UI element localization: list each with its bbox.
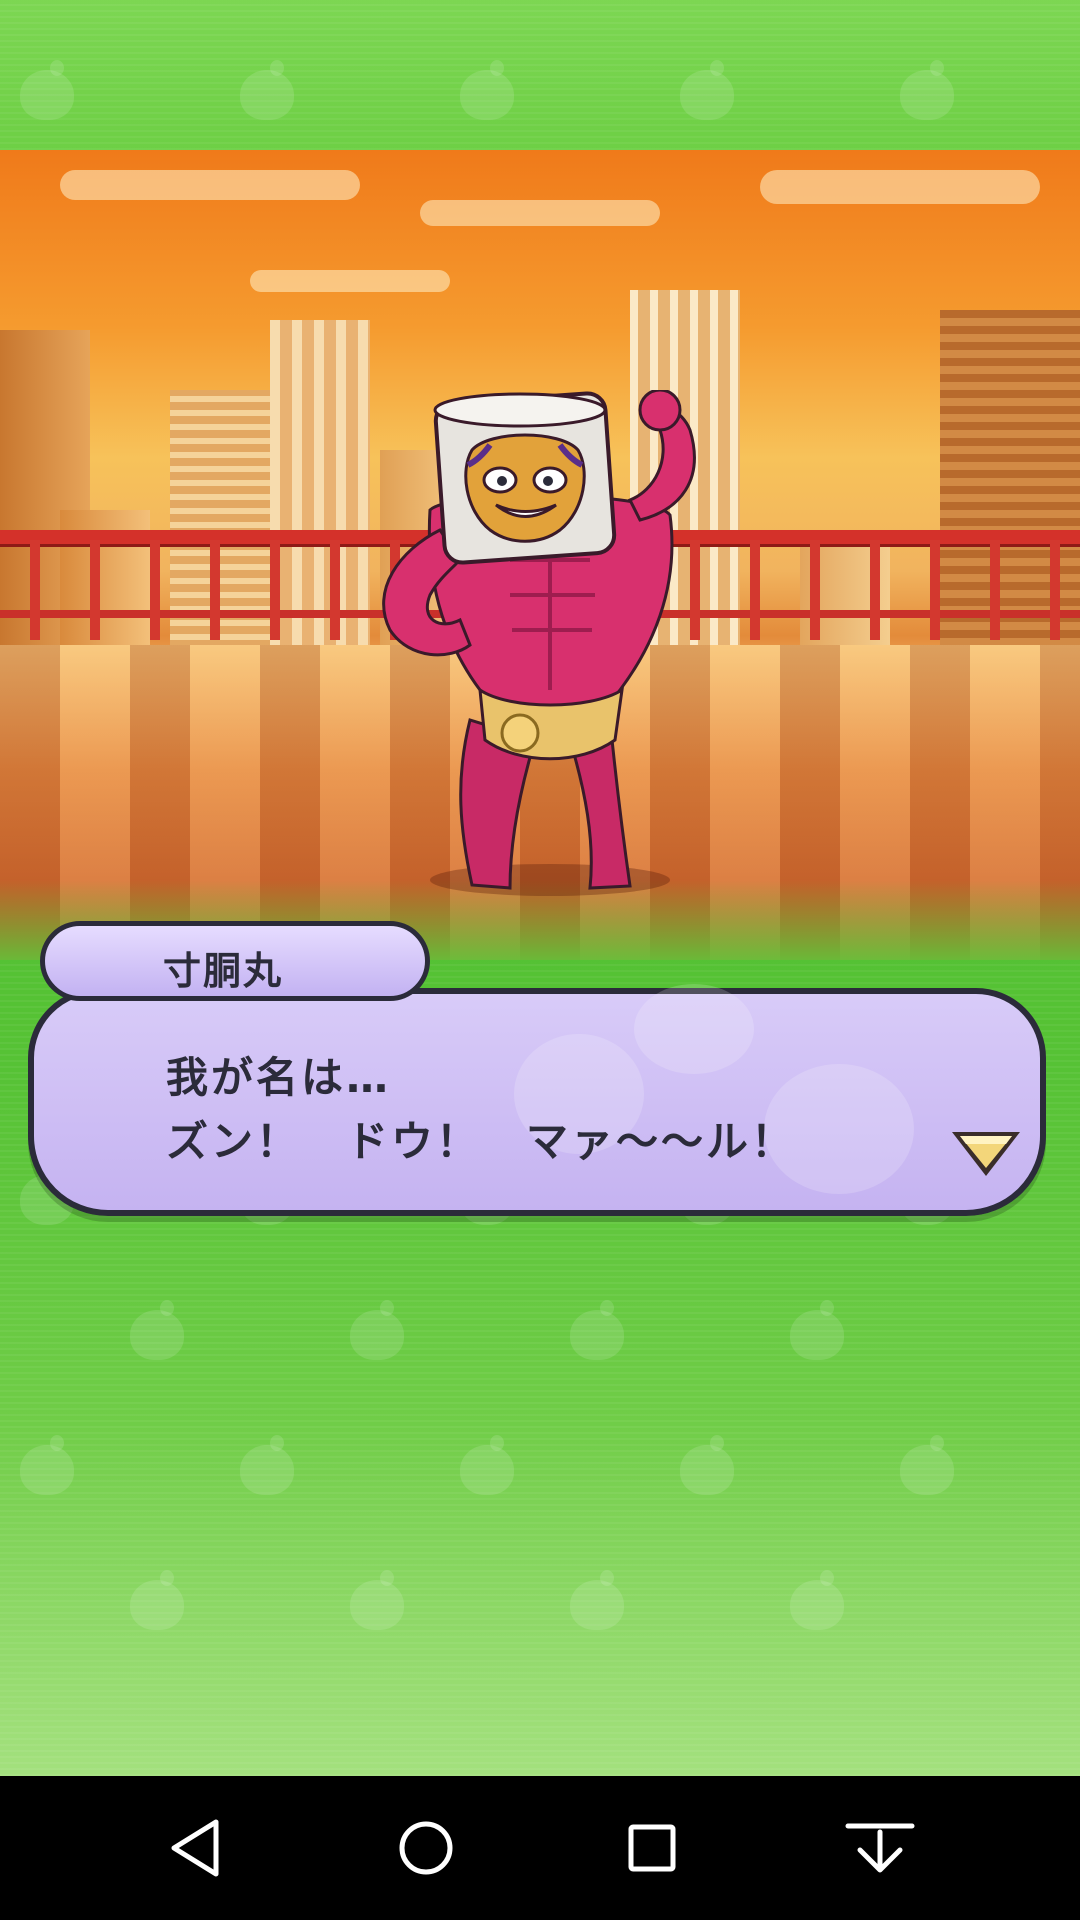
dialogue-box[interactable]: 我が名は… ズン！ ドウ！ マァ〜〜ル！ [28,984,1046,1216]
android-navigation-bar [0,1776,1080,1920]
home-circle-icon[interactable] [386,1808,466,1888]
dialogue-line-1: 我が名は… [166,1053,392,1102]
dialogue-line-2: ズン！ ドウ！ マァ〜〜ル！ [166,1117,797,1166]
arrow-down-bar-icon[interactable] [840,1808,920,1888]
triangle-down-icon[interactable] [946,1124,1026,1182]
recents-square-icon[interactable] [612,1808,692,1888]
back-triangle-icon[interactable] [158,1808,238,1888]
speaker-name-tag: 寸胴丸 [40,921,430,1001]
character-sprite [382,390,696,896]
speaker-name: 寸胴丸 [163,949,284,993]
